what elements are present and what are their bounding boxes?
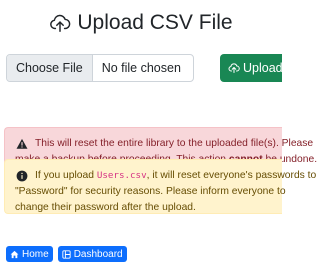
file-input[interactable]: Choose File No file chosen xyxy=(6,54,194,82)
warning-triangle-icon xyxy=(16,138,28,150)
home-button-label: Home xyxy=(22,248,49,260)
upload-button-label: Upload xyxy=(243,61,282,75)
cloud-upload-icon xyxy=(228,62,240,74)
cloud-upload-icon xyxy=(49,12,71,34)
page-header: Upload CSV File xyxy=(0,8,282,38)
dashboard-button-label: Dashboard xyxy=(73,248,123,260)
upload-button[interactable]: Upload xyxy=(220,54,282,82)
info-circle-icon xyxy=(16,170,28,182)
users-csv-code: Users.csv xyxy=(96,170,147,181)
warning-alert-text-4: change their password after the upload. xyxy=(15,202,196,213)
warning-alert: If you upload Users.csv, it will reset e… xyxy=(4,159,316,214)
house-icon xyxy=(10,250,19,259)
file-status-text: No file chosen xyxy=(101,61,181,75)
choose-file-button[interactable]: Choose File xyxy=(7,55,93,81)
danger-alert-line: This will reset the entire library to th… xyxy=(15,136,313,152)
warning-alert-text-2: , it will reset everyone's passwords to xyxy=(146,170,317,181)
dashboard-button[interactable]: Dashboard xyxy=(57,246,127,262)
page-title: Upload CSV File xyxy=(77,11,233,34)
warning-alert-text-3: "Password" for security reasons. Please … xyxy=(15,186,286,197)
dashboard-icon xyxy=(62,249,71,259)
danger-alert-text-1: This will reset the entire library to th… xyxy=(35,138,314,149)
nav-buttons: Home Dashboard xyxy=(6,246,127,262)
warning-alert-text-1: If you upload xyxy=(35,170,97,181)
warning-alert-line: If you upload Users.csv, it will reset e… xyxy=(15,168,316,184)
home-button[interactable]: Home xyxy=(6,246,53,262)
